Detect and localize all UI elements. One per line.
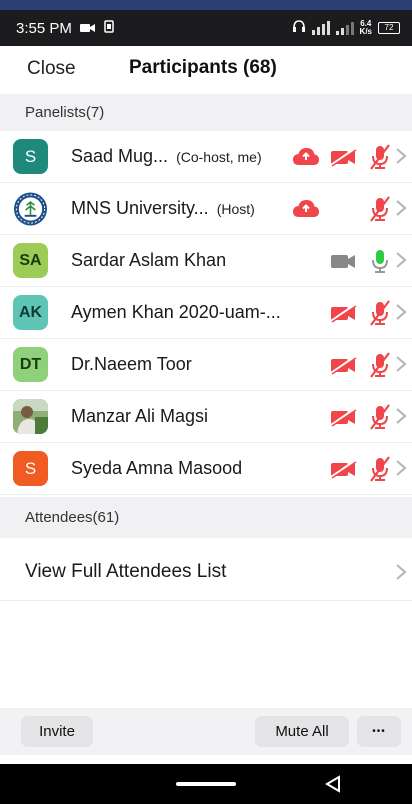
participant-name: Aymen Khan 2020-uam-... <box>71 302 281 322</box>
sim-status-icon <box>104 19 114 37</box>
chevron-right-icon <box>393 198 409 218</box>
android-nav-bar <box>0 764 412 804</box>
avatar: AK <box>13 295 48 330</box>
mic-muted-icon <box>368 456 392 482</box>
home-gesture-pill[interactable] <box>176 782 236 786</box>
participant-row[interactable]: SA Sardar Aslam Khan <box>0 235 412 287</box>
avatar: S <box>13 139 48 174</box>
mic-muted-icon <box>368 144 392 170</box>
mic-muted-icon <box>368 300 392 326</box>
attendees-section-label: Attendees(61) <box>25 509 120 526</box>
chevron-right-icon <box>393 250 409 270</box>
video-on-icon <box>329 251 357 271</box>
panelists-section-label: Panelists(7) <box>25 104 105 121</box>
chevron-right-icon <box>393 458 409 478</box>
participant-name: Dr.Naeem Toor <box>71 354 192 374</box>
chevron-right-icon <box>393 406 409 426</box>
video-off-icon <box>329 459 357 479</box>
participant-name: Manzar Ali Magsi <box>71 406 209 426</box>
battery-icon: 72 <box>378 22 400 34</box>
invite-button[interactable]: Invite <box>21 716 93 747</box>
participant-role: (Host) <box>216 201 255 217</box>
video-off-icon <box>329 147 357 167</box>
cloud-recording-icon <box>292 199 320 219</box>
participant-row[interactable]: AK Aymen Khan 2020-uam-... <box>0 287 412 339</box>
view-full-attendees-row[interactable]: View Full Attendees List <box>0 545 412 601</box>
mic-muted-icon <box>368 404 392 430</box>
attendees-section-header: Attendees(61) <box>0 497 412 538</box>
avatar: DT <box>13 347 48 382</box>
university-logo-avatar <box>13 191 48 226</box>
mic-muted-icon <box>368 352 392 378</box>
status-bar: 3:55 PM 6.4 K/s 72 <box>0 10 412 46</box>
participant-row[interactable]: Manzar Ali Magsi <box>0 391 412 443</box>
participant-row[interactable]: S Syeda Amna Masood <box>0 443 412 495</box>
status-time: 3:55 PM <box>16 19 72 37</box>
network-speed: 6.4 K/s <box>359 19 372 36</box>
participant-role: (Co-host, me) <box>176 149 262 165</box>
close-button[interactable]: Close <box>27 58 76 80</box>
back-icon[interactable] <box>324 775 342 793</box>
bottom-toolbar: Invite Mute All ••• <box>0 708 412 755</box>
view-attendees-label: View Full Attendees List <box>25 561 227 582</box>
participant-row[interactable]: MNS University... (Host) <box>0 183 412 235</box>
avatar: S <box>13 451 48 486</box>
more-options-button[interactable]: ••• <box>357 716 401 747</box>
cloud-recording-icon <box>292 147 320 167</box>
participant-row[interactable]: DT Dr.Naeem Toor <box>0 339 412 391</box>
chevron-right-icon <box>393 562 409 582</box>
participant-row[interactable]: S Saad Mug... (Co-host, me) <box>0 131 412 183</box>
video-off-icon <box>329 407 357 427</box>
headset-icon <box>292 19 306 37</box>
participant-name: MNS University... (Host) <box>71 198 255 218</box>
chevron-right-icon <box>393 354 409 374</box>
panelists-section-header: Panelists(7) <box>0 94 412 131</box>
page-title: Participants (68) <box>129 57 277 78</box>
mute-all-button[interactable]: Mute All <box>255 716 349 747</box>
signal-strength-icon <box>311 21 330 35</box>
signal-strength-icon-2 <box>335 21 354 35</box>
video-call-status-icon <box>79 20 96 37</box>
participants-header: Close Participants (68) <box>0 46 412 94</box>
mic-muted-icon <box>368 196 392 222</box>
participant-name: Sardar Aslam Khan <box>71 250 227 270</box>
chevron-right-icon <box>393 302 409 322</box>
mic-on-icon <box>368 248 392 274</box>
participant-name: Syeda Amna Masood <box>71 458 243 478</box>
avatar: SA <box>13 243 48 278</box>
photo-avatar <box>13 399 48 434</box>
top-accent-band <box>0 0 412 10</box>
video-off-icon <box>329 355 357 375</box>
chevron-right-icon <box>393 146 409 166</box>
video-off-icon <box>329 303 357 323</box>
participant-name: Saad Mug... (Co-host, me) <box>71 146 262 166</box>
